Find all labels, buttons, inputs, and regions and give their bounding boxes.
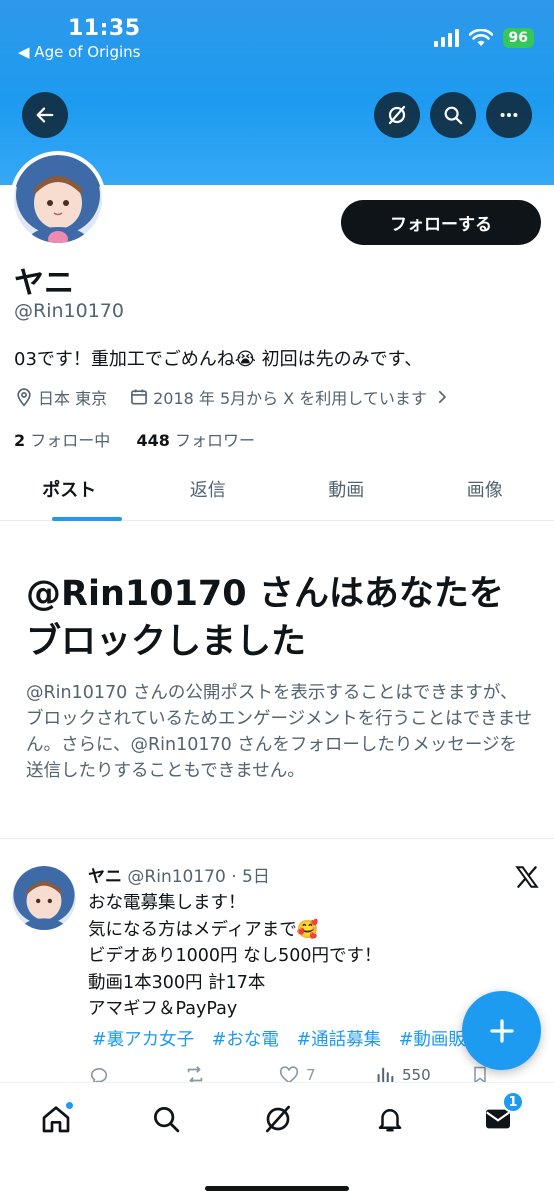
tweet-line: アマギフ＆PayPay [88, 999, 238, 1019]
nav-notifications[interactable] [370, 1099, 410, 1139]
nav-search[interactable] [146, 1099, 186, 1139]
search-icon [444, 106, 463, 125]
hashtag-link[interactable]: #裏アカ女子 [92, 1030, 194, 1050]
blocked-title-line1: @Rin10170 さんはあなたを [26, 574, 504, 614]
hashtag-link[interactable]: #動画販売 [399, 1030, 472, 1050]
bottom-navigation: 1 [0, 1082, 554, 1200]
status-time: 11:35 [68, 16, 141, 41]
avatar-image [12, 866, 76, 930]
messages-badge: 1 [502, 1091, 524, 1113]
followers-link[interactable]: 448 フォロワー [136, 431, 255, 450]
avatar-image [14, 155, 102, 243]
status-indicators: 96 [433, 28, 534, 48]
tweet-handle-time: @Rin10170 · 5日 [127, 867, 270, 887]
tweet-line: 動画1本300円 計17本 [88, 972, 266, 993]
grok-icon [388, 105, 406, 125]
follow-button[interactable]: フォローする [341, 200, 541, 245]
x-logo-icon [515, 866, 539, 888]
tab-videos[interactable]: 動画 [277, 465, 416, 520]
grok-icon [266, 1105, 290, 1133]
nav-home[interactable] [36, 1099, 76, 1139]
chevron-right-icon[interactable] [433, 388, 451, 406]
home-indicator [205, 1186, 349, 1191]
plus-icon [489, 1018, 514, 1043]
back-button[interactable] [22, 92, 68, 138]
active-tab-indicator [52, 517, 122, 521]
location-icon [17, 388, 31, 407]
search-icon [154, 1107, 180, 1133]
more-button[interactable] [486, 92, 532, 138]
search-button[interactable] [430, 92, 476, 138]
following-count: 2 [14, 431, 26, 450]
back-to-app-link[interactable]: ◀ Age of Origins [18, 43, 140, 61]
section-divider [0, 838, 554, 839]
profile-joined-date[interactable]: 2018 年 5月から X を利用しています [153, 385, 427, 409]
hashtag-link[interactable]: #おな電 [212, 1030, 279, 1050]
tweet-line: 気になる方はメディアまで🥰 [88, 919, 319, 940]
tweet-line: ビデオあり1000円 なし500円です！ [88, 946, 382, 966]
tweet-author-name[interactable]: ヤニ [88, 867, 122, 887]
tweet-line: おな電募集します！ [88, 893, 246, 913]
followers-count: 448 [136, 431, 170, 450]
tweet-hashtags: #裏アカ女子 #おな電 #通話募集 #動画販売 [92, 1026, 472, 1051]
compose-button[interactable] [462, 991, 541, 1070]
tab-images[interactable]: 画像 [416, 465, 554, 520]
tweet-avatar[interactable] [12, 866, 76, 930]
nav-grok[interactable] [258, 1099, 298, 1139]
hashtag-link[interactable]: #通話募集 [297, 1030, 382, 1050]
profile-display-name: ヤニ [14, 266, 74, 301]
arrow-left-icon [36, 107, 54, 123]
calendar-icon [131, 389, 148, 405]
bell-icon [378, 1109, 402, 1132]
profile-avatar[interactable] [10, 151, 106, 247]
profile-handle: @Rin10170 [14, 300, 124, 322]
wifi-icon [468, 29, 493, 46]
tab-replies[interactable]: 返信 [139, 465, 278, 520]
nav-messages[interactable]: 1 [478, 1091, 524, 1139]
following-label: フォロー中 [30, 431, 111, 450]
tab-posts[interactable]: ポスト [0, 465, 139, 520]
followers-label: フォロワー [174, 431, 255, 450]
grok-button[interactable] [374, 92, 420, 138]
signal-icon [433, 29, 459, 47]
profile-meta: 日本 東京 2018 年 5月から X を利用しています [14, 385, 455, 409]
battery-indicator: 96 [502, 28, 534, 48]
profile-counts: 2 フォロー中 448 フォロワー [14, 427, 255, 451]
notification-dot [65, 1101, 74, 1110]
profile-location: 日本 東京 [38, 389, 108, 408]
blocked-notice-title: @Rin10170 さんはあなたを ブロックしました [26, 570, 536, 666]
tweet-header: ヤニ @Rin10170 · 5日 [88, 862, 270, 887]
blocked-notice-description: @Rin10170 さんの公開ポストを表示することはできますが、ブロックされてい… [26, 683, 533, 781]
following-link[interactable]: 2 フォロー中 [14, 431, 110, 450]
more-icon [500, 112, 518, 118]
profile-tabs: ポスト 返信 動画 画像 [0, 465, 554, 521]
blocked-title-line2: ブロックしました [26, 622, 307, 662]
profile-bio: 03です！重加工でごめんね😭 初回は先のみです、 [14, 349, 423, 370]
tweet-text: おな電募集します！ 気になる方はメディアまで🥰 ビデオあり1000円 なし500… [88, 890, 528, 1023]
